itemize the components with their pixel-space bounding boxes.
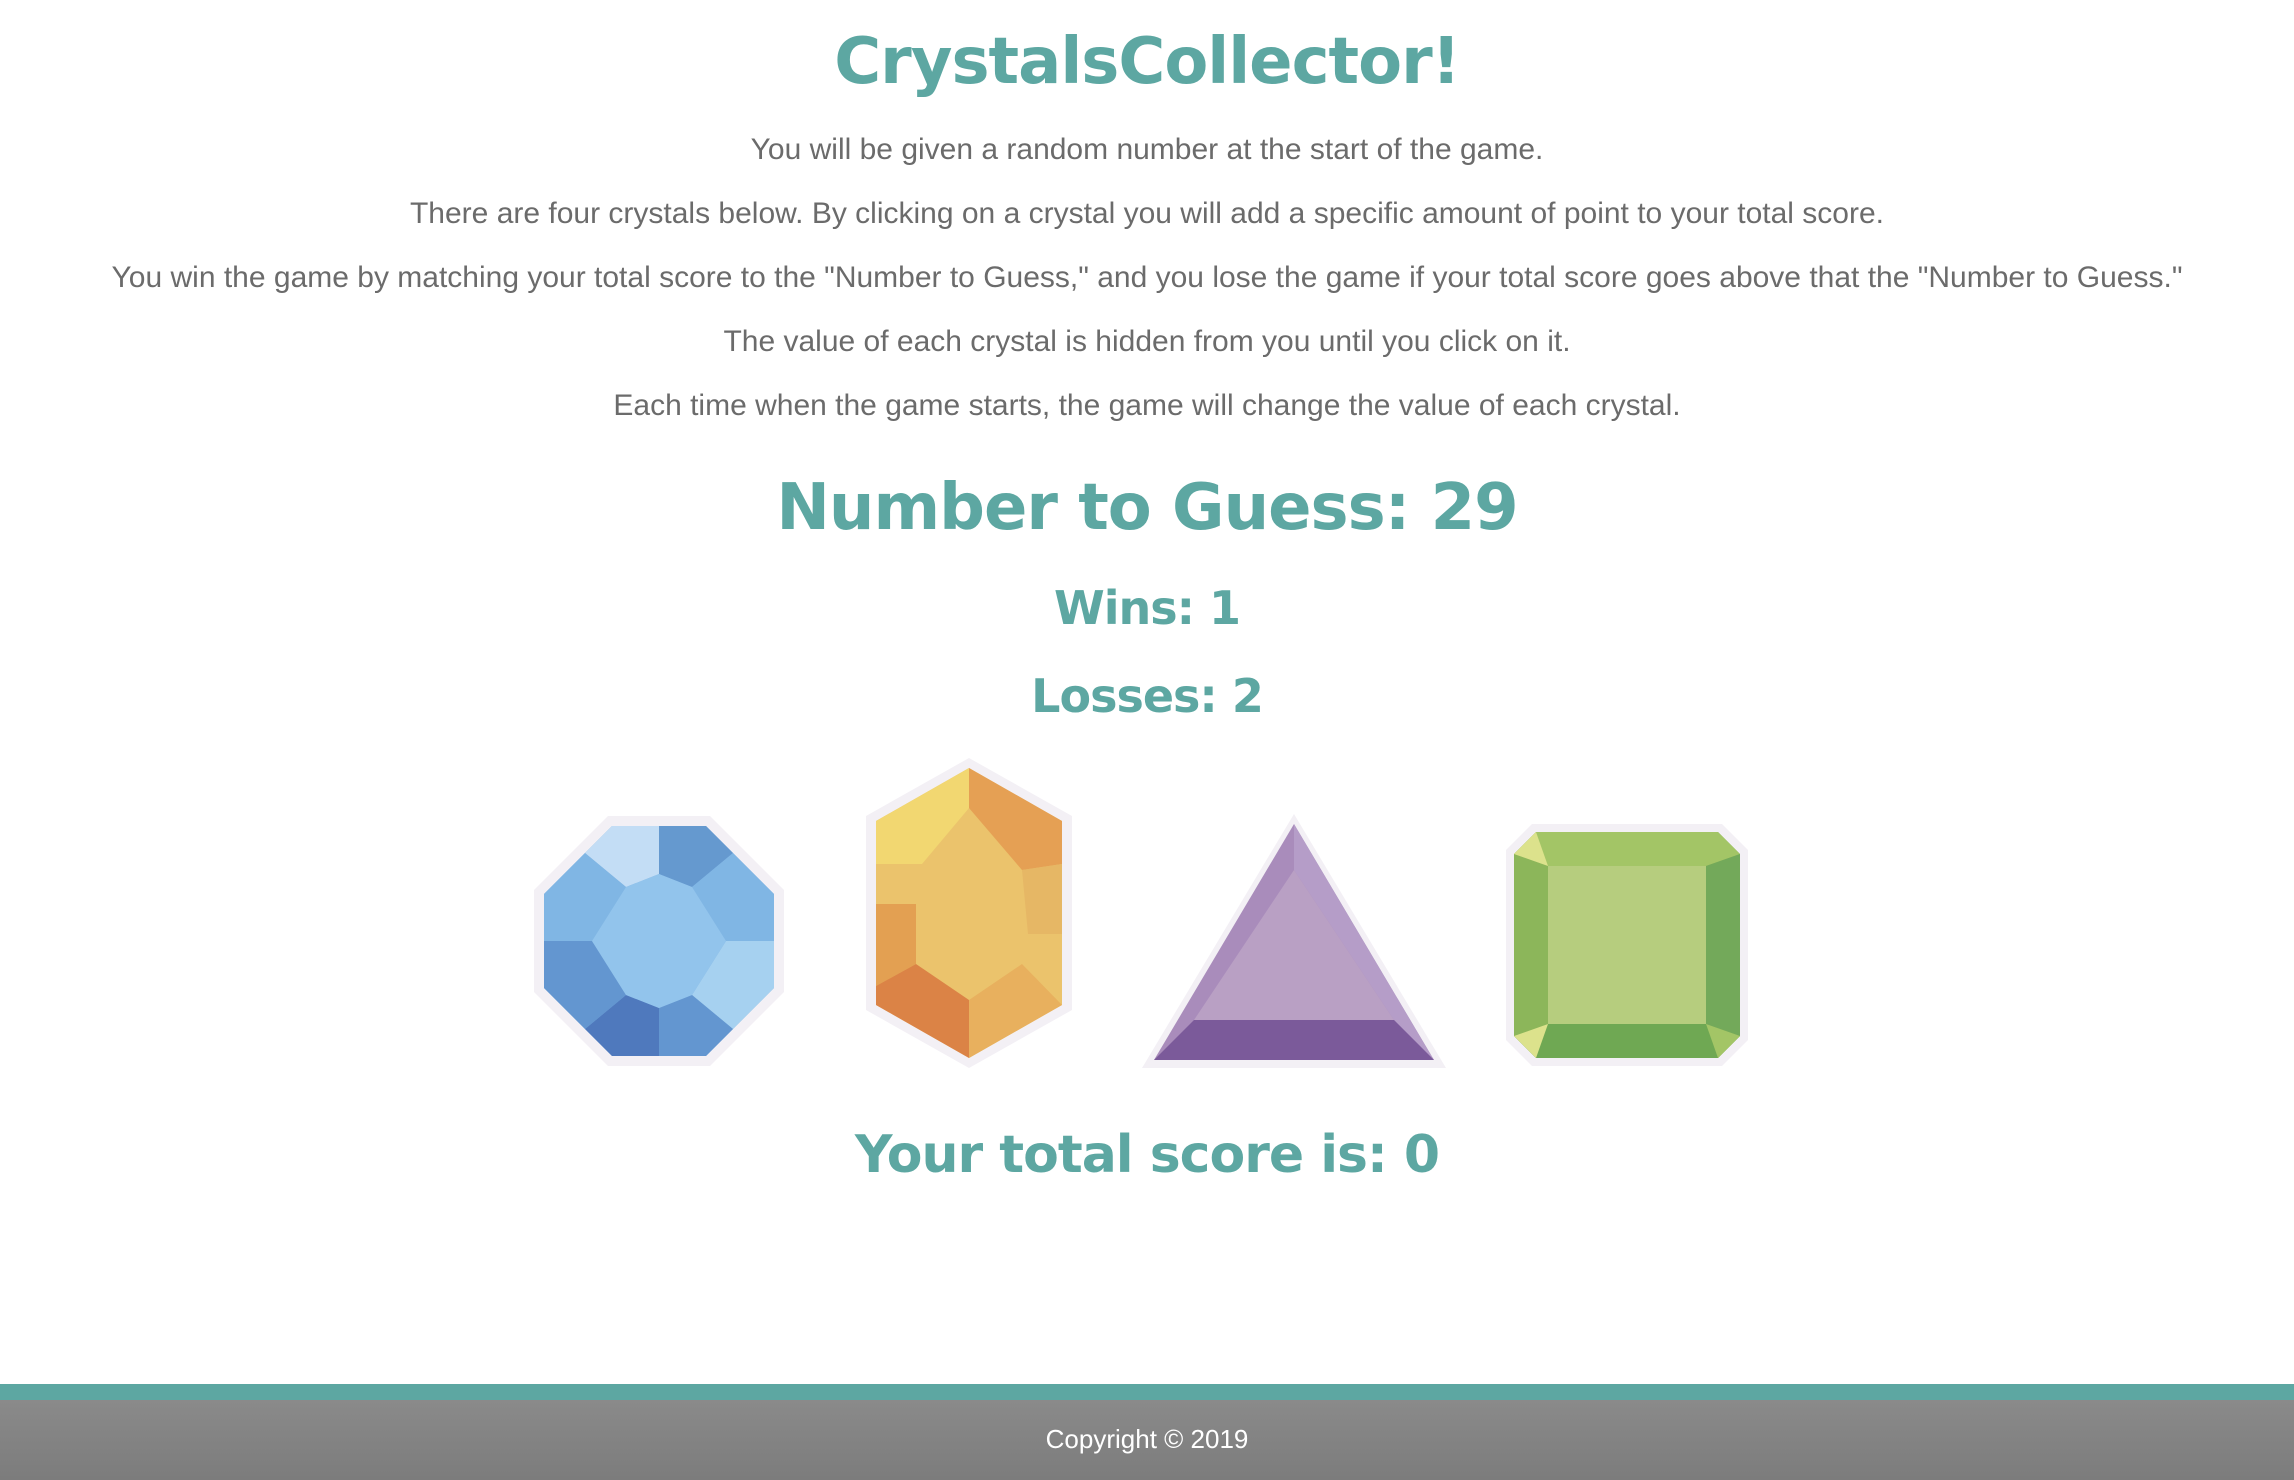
instructions: You will be given a random number at the…	[0, 118, 2294, 438]
purple-crystal[interactable]	[1138, 810, 1450, 1072]
total-score: Your total score is: 0	[854, 1125, 1440, 1185]
footer: Copyright © 2019	[0, 1384, 2294, 1480]
instruction-line: There are four crystals below. By clicki…	[409, 197, 1884, 230]
losses-counter: Losses: 2	[1031, 669, 1264, 723]
green-crystal-icon	[1506, 824, 1748, 1066]
page-title: CrystalsCollector!	[834, 25, 1461, 99]
crystal-row	[0, 740, 2294, 1080]
game-container: CrystalsCollector! You will be given a r…	[0, 0, 2294, 740]
blue-crystal-icon	[534, 816, 784, 1066]
number-to-guess: Number to Guess: 29	[776, 471, 1518, 545]
blue-crystal[interactable]	[528, 810, 790, 1072]
green-crystal[interactable]	[1502, 820, 1752, 1070]
copyright-text: Copyright © 2019	[1045, 1424, 1249, 1454]
purple-crystal-icon	[1142, 814, 1446, 1068]
instruction-line: You will be given a random number at the…	[750, 133, 1544, 166]
yellow-crystal-icon	[866, 758, 1072, 1068]
instruction-line: Each time when the game starts, the game…	[613, 389, 1681, 422]
instruction-line: You win the game by matching your total …	[111, 261, 2183, 294]
yellow-crystal[interactable]	[862, 754, 1076, 1072]
wins-counter: Wins: 1	[1053, 581, 1241, 635]
instruction-line: The value of each crystal is hidden from…	[723, 325, 1571, 358]
